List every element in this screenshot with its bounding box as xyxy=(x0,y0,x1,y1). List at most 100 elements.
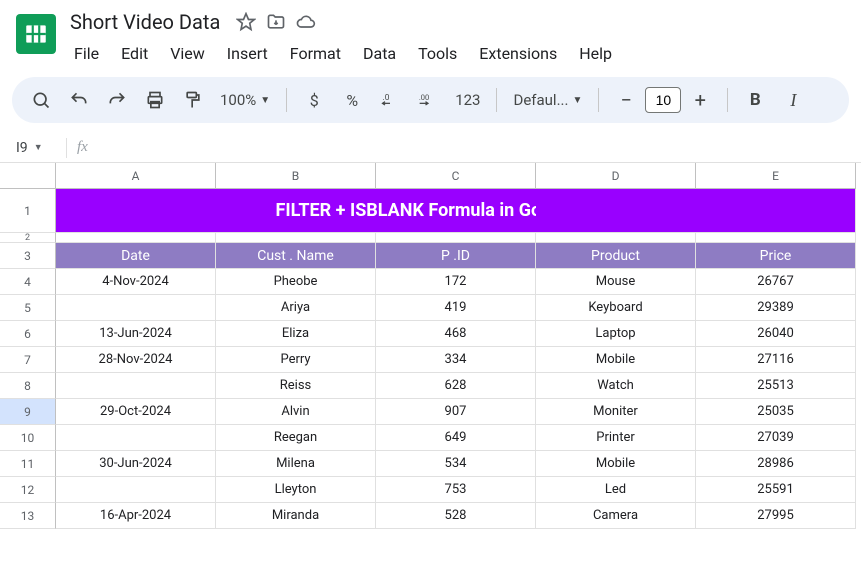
row-header[interactable]: 8 xyxy=(0,373,56,399)
paint-format-icon[interactable] xyxy=(176,83,210,117)
cell[interactable] xyxy=(56,425,216,451)
cell[interactable]: 29-Oct-2024 xyxy=(56,399,216,425)
row-header[interactable]: 2 xyxy=(0,233,56,243)
banner-cell[interactable]: FILTER + ISBLANK Formula in Google Sheet… xyxy=(376,189,536,233)
header-date[interactable]: Date xyxy=(56,243,216,269)
cell[interactable]: 25591 xyxy=(696,477,856,503)
font-size-input[interactable] xyxy=(645,87,681,113)
cell[interactable]: Printer xyxy=(536,425,696,451)
menu-view[interactable]: View xyxy=(160,40,215,67)
increase-decimal-icon[interactable]: .00 xyxy=(411,83,445,117)
cell[interactable]: 26767 xyxy=(696,269,856,295)
cell[interactable]: 28986 xyxy=(696,451,856,477)
number-format-button[interactable]: 123 xyxy=(449,91,486,109)
column-header-a[interactable]: A xyxy=(56,163,216,189)
menu-data[interactable]: Data xyxy=(353,40,406,67)
cell[interactable]: 30-Jun-2024 xyxy=(56,451,216,477)
row-header[interactable]: 1 xyxy=(0,189,56,233)
cell[interactable]: Laptop xyxy=(536,321,696,347)
cell[interactable]: Watch xyxy=(536,373,696,399)
cell[interactable]: Eliza xyxy=(216,321,376,347)
column-header-b[interactable]: B xyxy=(216,163,376,189)
formula-bar[interactable] xyxy=(88,140,861,156)
currency-button[interactable]: $ xyxy=(297,83,331,117)
increase-font-icon[interactable]: + xyxy=(683,83,717,117)
header-product[interactable]: Product xyxy=(536,243,696,269)
cell[interactable]: Milena xyxy=(216,451,376,477)
header-cust[interactable]: Cust . Name xyxy=(216,243,376,269)
row-header[interactable]: 4 xyxy=(0,269,56,295)
cell[interactable]: Ariya xyxy=(216,295,376,321)
banner-cell[interactable] xyxy=(536,189,696,233)
cell[interactable]: 907 xyxy=(376,399,536,425)
move-folder-icon[interactable] xyxy=(266,12,286,32)
row-header[interactable]: 13 xyxy=(0,503,56,529)
menu-edit[interactable]: Edit xyxy=(111,40,158,67)
cell[interactable]: Led xyxy=(536,477,696,503)
zoom-dropdown[interactable]: 100%▼ xyxy=(214,91,276,109)
cell[interactable]: Reegan xyxy=(216,425,376,451)
cell[interactable]: 334 xyxy=(376,347,536,373)
cloud-saved-icon[interactable] xyxy=(296,12,316,32)
cell[interactable]: Lleyton xyxy=(216,477,376,503)
percent-button[interactable]: % xyxy=(335,83,369,117)
menu-extensions[interactable]: Extensions xyxy=(469,40,567,67)
row-header[interactable]: 3 xyxy=(0,243,56,269)
cell[interactable]: Keyboard xyxy=(536,295,696,321)
cell[interactable] xyxy=(56,477,216,503)
menu-insert[interactable]: Insert xyxy=(217,40,278,67)
document-title[interactable]: Short Video Data xyxy=(64,8,226,36)
undo-icon[interactable] xyxy=(62,83,96,117)
name-box[interactable]: I9▼ xyxy=(0,140,56,156)
italic-button[interactable]: I xyxy=(776,83,810,117)
row-header[interactable]: 11 xyxy=(0,451,56,477)
cell[interactable] xyxy=(56,233,216,243)
banner-cell[interactable] xyxy=(56,189,216,233)
cell[interactable] xyxy=(536,233,696,243)
header-pid[interactable]: P .ID xyxy=(376,243,536,269)
cell[interactable]: 16-Apr-2024 xyxy=(56,503,216,529)
print-icon[interactable] xyxy=(138,83,172,117)
cell[interactable]: Mouse xyxy=(536,269,696,295)
cell[interactable]: 25513 xyxy=(696,373,856,399)
cell[interactable]: Mobile xyxy=(536,347,696,373)
cell[interactable] xyxy=(56,373,216,399)
cell[interactable] xyxy=(56,295,216,321)
header-price[interactable]: Price xyxy=(696,243,856,269)
cell[interactable]: Moniter xyxy=(536,399,696,425)
cell[interactable]: 27039 xyxy=(696,425,856,451)
cell[interactable]: 628 xyxy=(376,373,536,399)
column-header-c[interactable]: C xyxy=(376,163,536,189)
cell[interactable] xyxy=(376,233,536,243)
cell[interactable]: Reiss xyxy=(216,373,376,399)
decrease-decimal-icon[interactable]: .0 xyxy=(373,83,407,117)
font-dropdown[interactable]: Defaul...▼ xyxy=(507,91,588,109)
cell[interactable] xyxy=(696,233,856,243)
row-header[interactable]: 6 xyxy=(0,321,56,347)
menu-file[interactable]: File xyxy=(64,40,109,67)
sheets-logo[interactable] xyxy=(16,14,56,54)
star-icon[interactable] xyxy=(236,12,256,32)
cell[interactable]: 13-Jun-2024 xyxy=(56,321,216,347)
cell[interactable]: 528 xyxy=(376,503,536,529)
column-header-e[interactable]: E xyxy=(696,163,856,189)
cell[interactable]: Pheobe xyxy=(216,269,376,295)
cell[interactable]: Camera xyxy=(536,503,696,529)
cell[interactable]: 29389 xyxy=(696,295,856,321)
cell[interactable]: 27116 xyxy=(696,347,856,373)
bold-button[interactable]: B xyxy=(738,83,772,117)
cell[interactable]: 649 xyxy=(376,425,536,451)
cell[interactable]: 27995 xyxy=(696,503,856,529)
row-header[interactable]: 10 xyxy=(0,425,56,451)
cell[interactable]: 753 xyxy=(376,477,536,503)
cell[interactable] xyxy=(216,233,376,243)
cell[interactable]: 419 xyxy=(376,295,536,321)
search-icon[interactable] xyxy=(24,83,58,117)
menu-help[interactable]: Help xyxy=(569,40,622,67)
menu-tools[interactable]: Tools xyxy=(408,40,467,67)
row-header[interactable]: 9 xyxy=(0,399,56,425)
row-header[interactable]: 5 xyxy=(0,295,56,321)
cell[interactable]: 172 xyxy=(376,269,536,295)
cell[interactable]: Miranda xyxy=(216,503,376,529)
banner-cell[interactable] xyxy=(696,189,856,233)
